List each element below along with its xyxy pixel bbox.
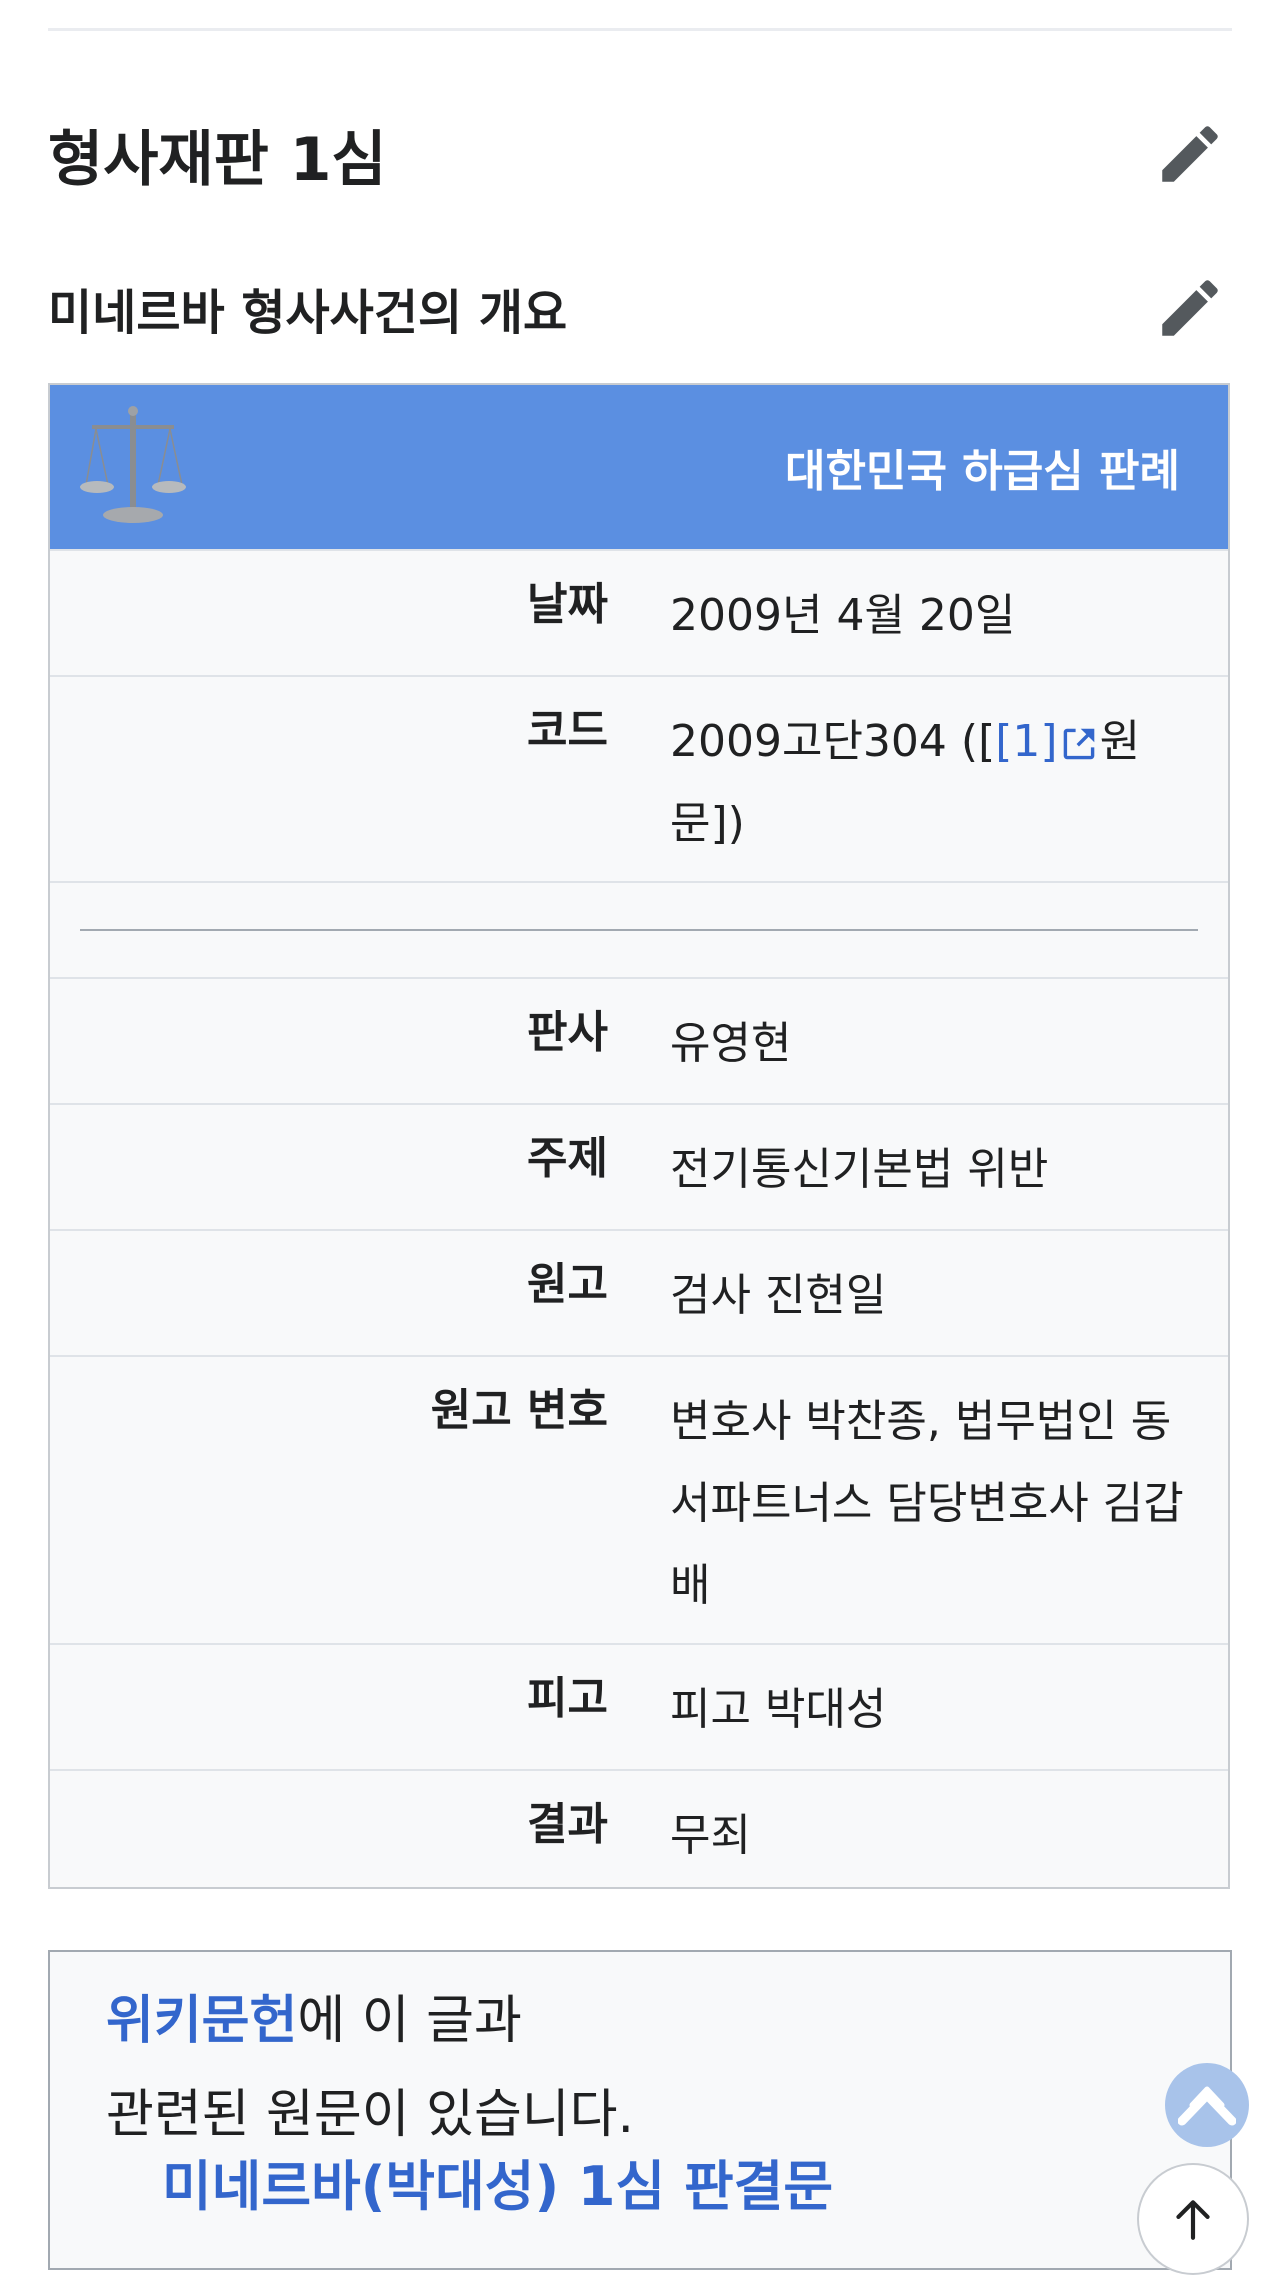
edit-section-button[interactable] [1148, 112, 1232, 196]
infobox-header: 대한민국 하급심 판례 [50, 385, 1228, 549]
pencil-icon [1162, 126, 1218, 182]
row-label: 판사 [527, 1007, 608, 1058]
section-heading: 형사재판 1심 [48, 108, 1232, 200]
scroll-to-top-button[interactable] [1139, 2165, 1247, 2273]
wikisource-link[interactable]: 위키문헌 [106, 1991, 297, 2051]
wikisource-text: 위키문헌에 이 글과 관련된 원문이 있습니다. [106, 1991, 634, 2145]
row-value: 무죄 [670, 1810, 751, 1861]
arrow-up-icon [1176, 2200, 1210, 2240]
top-divider [48, 28, 1232, 31]
row-value: 피고 박대성 [670, 1684, 887, 1735]
row-value: 전기통신기본법 위반 [670, 1144, 1049, 1195]
subsection-heading: 미네르바 형사사건의 개요 [48, 262, 1232, 354]
subsection-title: 미네르바 형사사건의 개요 [48, 285, 568, 341]
edit-subsection-button[interactable] [1148, 266, 1232, 350]
infobox-row-result: 결과 무죄 [50, 1769, 1228, 1893]
row-label: 원고 [527, 1259, 608, 1310]
infobox-row-plaintiff: 원고 검사 진현일 [50, 1229, 1228, 1355]
row-value: 2009고단304 ([[1] 원문]) [670, 716, 1141, 849]
infobox-row-judge: 판사 유영현 [50, 977, 1228, 1103]
infobox-separator [50, 881, 1228, 977]
infobox-title: 대한민국 하급심 판례 [785, 446, 1180, 497]
case-infobox: 대한민국 하급심 판례 날짜 2009년 4월 20일 코드 2009고단304… [48, 383, 1230, 1889]
row-label: 결과 [527, 1799, 608, 1850]
row-label: 코드 [527, 705, 608, 756]
row-label: 원고 변호 [430, 1385, 608, 1436]
infobox-row-plaintiff-counsel: 원고 변호 변호사 박찬종, 법무법인 동서파트너스 담당변호사 김갑배 [50, 1355, 1228, 1643]
infobox-row-defendant: 피고 피고 박대성 [50, 1643, 1228, 1769]
row-value: 2009년 4월 20일 [670, 590, 1016, 641]
row-value: 검사 진현일 [670, 1270, 887, 1321]
external-link-icon [1063, 728, 1094, 760]
infobox-row-subject: 주제 전기통신기본법 위반 [50, 1103, 1228, 1229]
infobox-row-date: 날짜 2009년 4월 20일 [50, 549, 1228, 675]
row-value: 변호사 박찬종, 법무법인 동서파트너스 담당변호사 김갑배 [670, 1396, 1184, 1611]
code-external-link[interactable]: [1] [995, 716, 1057, 767]
wikisource-box: 위키문헌에 이 글과 관련된 원문이 있습니다. 미네르바(박대성) 1심 판결… [48, 1950, 1232, 2270]
pencil-icon [1162, 280, 1218, 336]
row-label: 피고 [527, 1673, 608, 1724]
row-value: 유영현 [670, 1018, 792, 1069]
infobox-row-code: 코드 2009고단304 ([[1] 원문]) [50, 675, 1228, 881]
row-label: 주제 [527, 1133, 608, 1184]
section-title: 형사재판 1심 [48, 124, 387, 195]
wikisource-icon [1165, 2063, 1249, 2147]
row-label: 날짜 [527, 579, 608, 630]
scales-of-justice-icon [80, 406, 186, 523]
judgment-document-link[interactable]: 미네르바(박대성) 1심 판결문 [162, 2160, 833, 2214]
